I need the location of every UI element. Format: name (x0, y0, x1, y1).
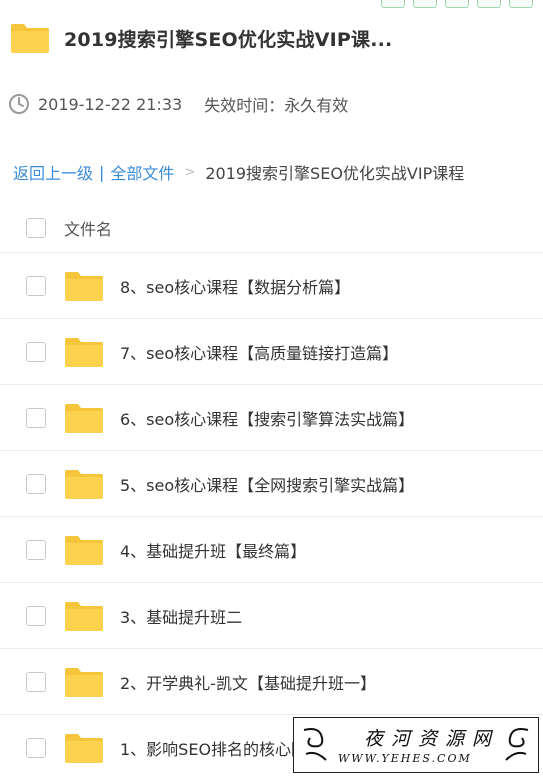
list-item[interactable]: 7、seo核心课程【高质量链接打造篇】 (0, 318, 543, 384)
watermark-url: WWW.YEHES.COM (338, 752, 472, 765)
list-header: 文件名 (0, 206, 543, 250)
list-item[interactable]: 8、seo核心课程【数据分析篇】 (0, 252, 543, 318)
list-item[interactable]: 3、基础提升班二 (0, 582, 543, 648)
file-name[interactable]: 7、seo核心课程【高质量链接打造篇】 (120, 340, 398, 364)
watermark-title: 夜河资源网 (364, 728, 500, 750)
share-meta: 2019-12-22 21:33 失效时间：永久有效 (8, 92, 348, 116)
list-item[interactable]: 2、开学典礼-凯文【基础提升班一】 (0, 648, 543, 714)
ornament-icon (505, 728, 529, 761)
row-checkbox[interactable] (26, 605, 46, 626)
folder-icon (64, 468, 104, 500)
list-item[interactable]: 4、基础提升班【最终篇】 (0, 516, 543, 582)
folder-icon (64, 534, 104, 566)
expiry-text: 失效时间：永久有效 (204, 96, 349, 115)
folder-icon (64, 336, 104, 368)
file-name[interactable]: 3、基础提升班二 (120, 604, 242, 628)
row-checkbox[interactable] (26, 473, 46, 494)
top-toolbar (381, 0, 533, 8)
breadcrumb-arrow: > (184, 164, 196, 180)
folder-icon (64, 600, 104, 632)
toolbar-button[interactable] (381, 0, 405, 8)
row-checkbox[interactable] (26, 539, 46, 560)
breadcrumb-separator: | (99, 162, 105, 182)
page-header: 2019搜索引擎SEO优化实战VIP课... (10, 18, 533, 58)
row-checkbox[interactable] (26, 671, 46, 692)
breadcrumb: 返回上一级 | 全部文件 > 2019搜索引擎SEO优化实战VIP课程 (13, 160, 464, 184)
folder-icon (10, 22, 50, 54)
file-list: 8、seo核心课程【数据分析篇】 7、seo核心课程【高质量链接打造篇】 6、s… (0, 252, 543, 777)
file-name[interactable]: 8、seo核心课程【数据分析篇】 (120, 274, 350, 298)
row-checkbox[interactable] (26, 275, 46, 296)
folder-icon (64, 402, 104, 434)
list-item[interactable]: 6、seo核心课程【搜索引擎算法实战篇】 (0, 384, 543, 450)
file-name[interactable]: 4、基础提升班【最终篇】 (120, 538, 306, 562)
folder-icon (64, 666, 104, 698)
row-checkbox[interactable] (26, 407, 46, 428)
all-files-link[interactable]: 全部文件 (110, 160, 174, 184)
column-filename: 文件名 (64, 220, 113, 239)
toolbar-button[interactable] (445, 0, 469, 8)
toolbar-button[interactable] (413, 0, 437, 8)
page-title: 2019搜索引擎SEO优化实战VIP课... (64, 28, 393, 51)
file-name[interactable]: 5、seo核心课程【全网搜索引擎实战篇】 (120, 472, 414, 496)
share-date: 2019-12-22 21:33 (38, 94, 183, 114)
back-link[interactable]: 返回上一级 (13, 160, 93, 184)
ornament-icon (303, 728, 327, 761)
toolbar-button[interactable] (509, 0, 533, 8)
clock-icon (9, 94, 29, 114)
folder-icon (64, 270, 104, 302)
select-all-checkbox[interactable] (26, 218, 46, 238)
folder-icon (64, 732, 104, 764)
list-item[interactable]: 5、seo核心课程【全网搜索引擎实战篇】 (0, 450, 543, 516)
breadcrumb-current: 2019搜索引擎SEO优化实战VIP课程 (205, 164, 465, 183)
toolbar-button[interactable] (477, 0, 501, 8)
row-checkbox[interactable] (26, 341, 46, 362)
file-name[interactable]: 6、seo核心课程【搜索引擎算法实战篇】 (120, 406, 414, 430)
row-checkbox[interactable] (26, 737, 46, 758)
file-name[interactable]: 2、开学典礼-凯文【基础提升班一】 (120, 670, 376, 694)
watermark-stamp: 夜河资源网 WWW.YEHES.COM (293, 717, 539, 773)
